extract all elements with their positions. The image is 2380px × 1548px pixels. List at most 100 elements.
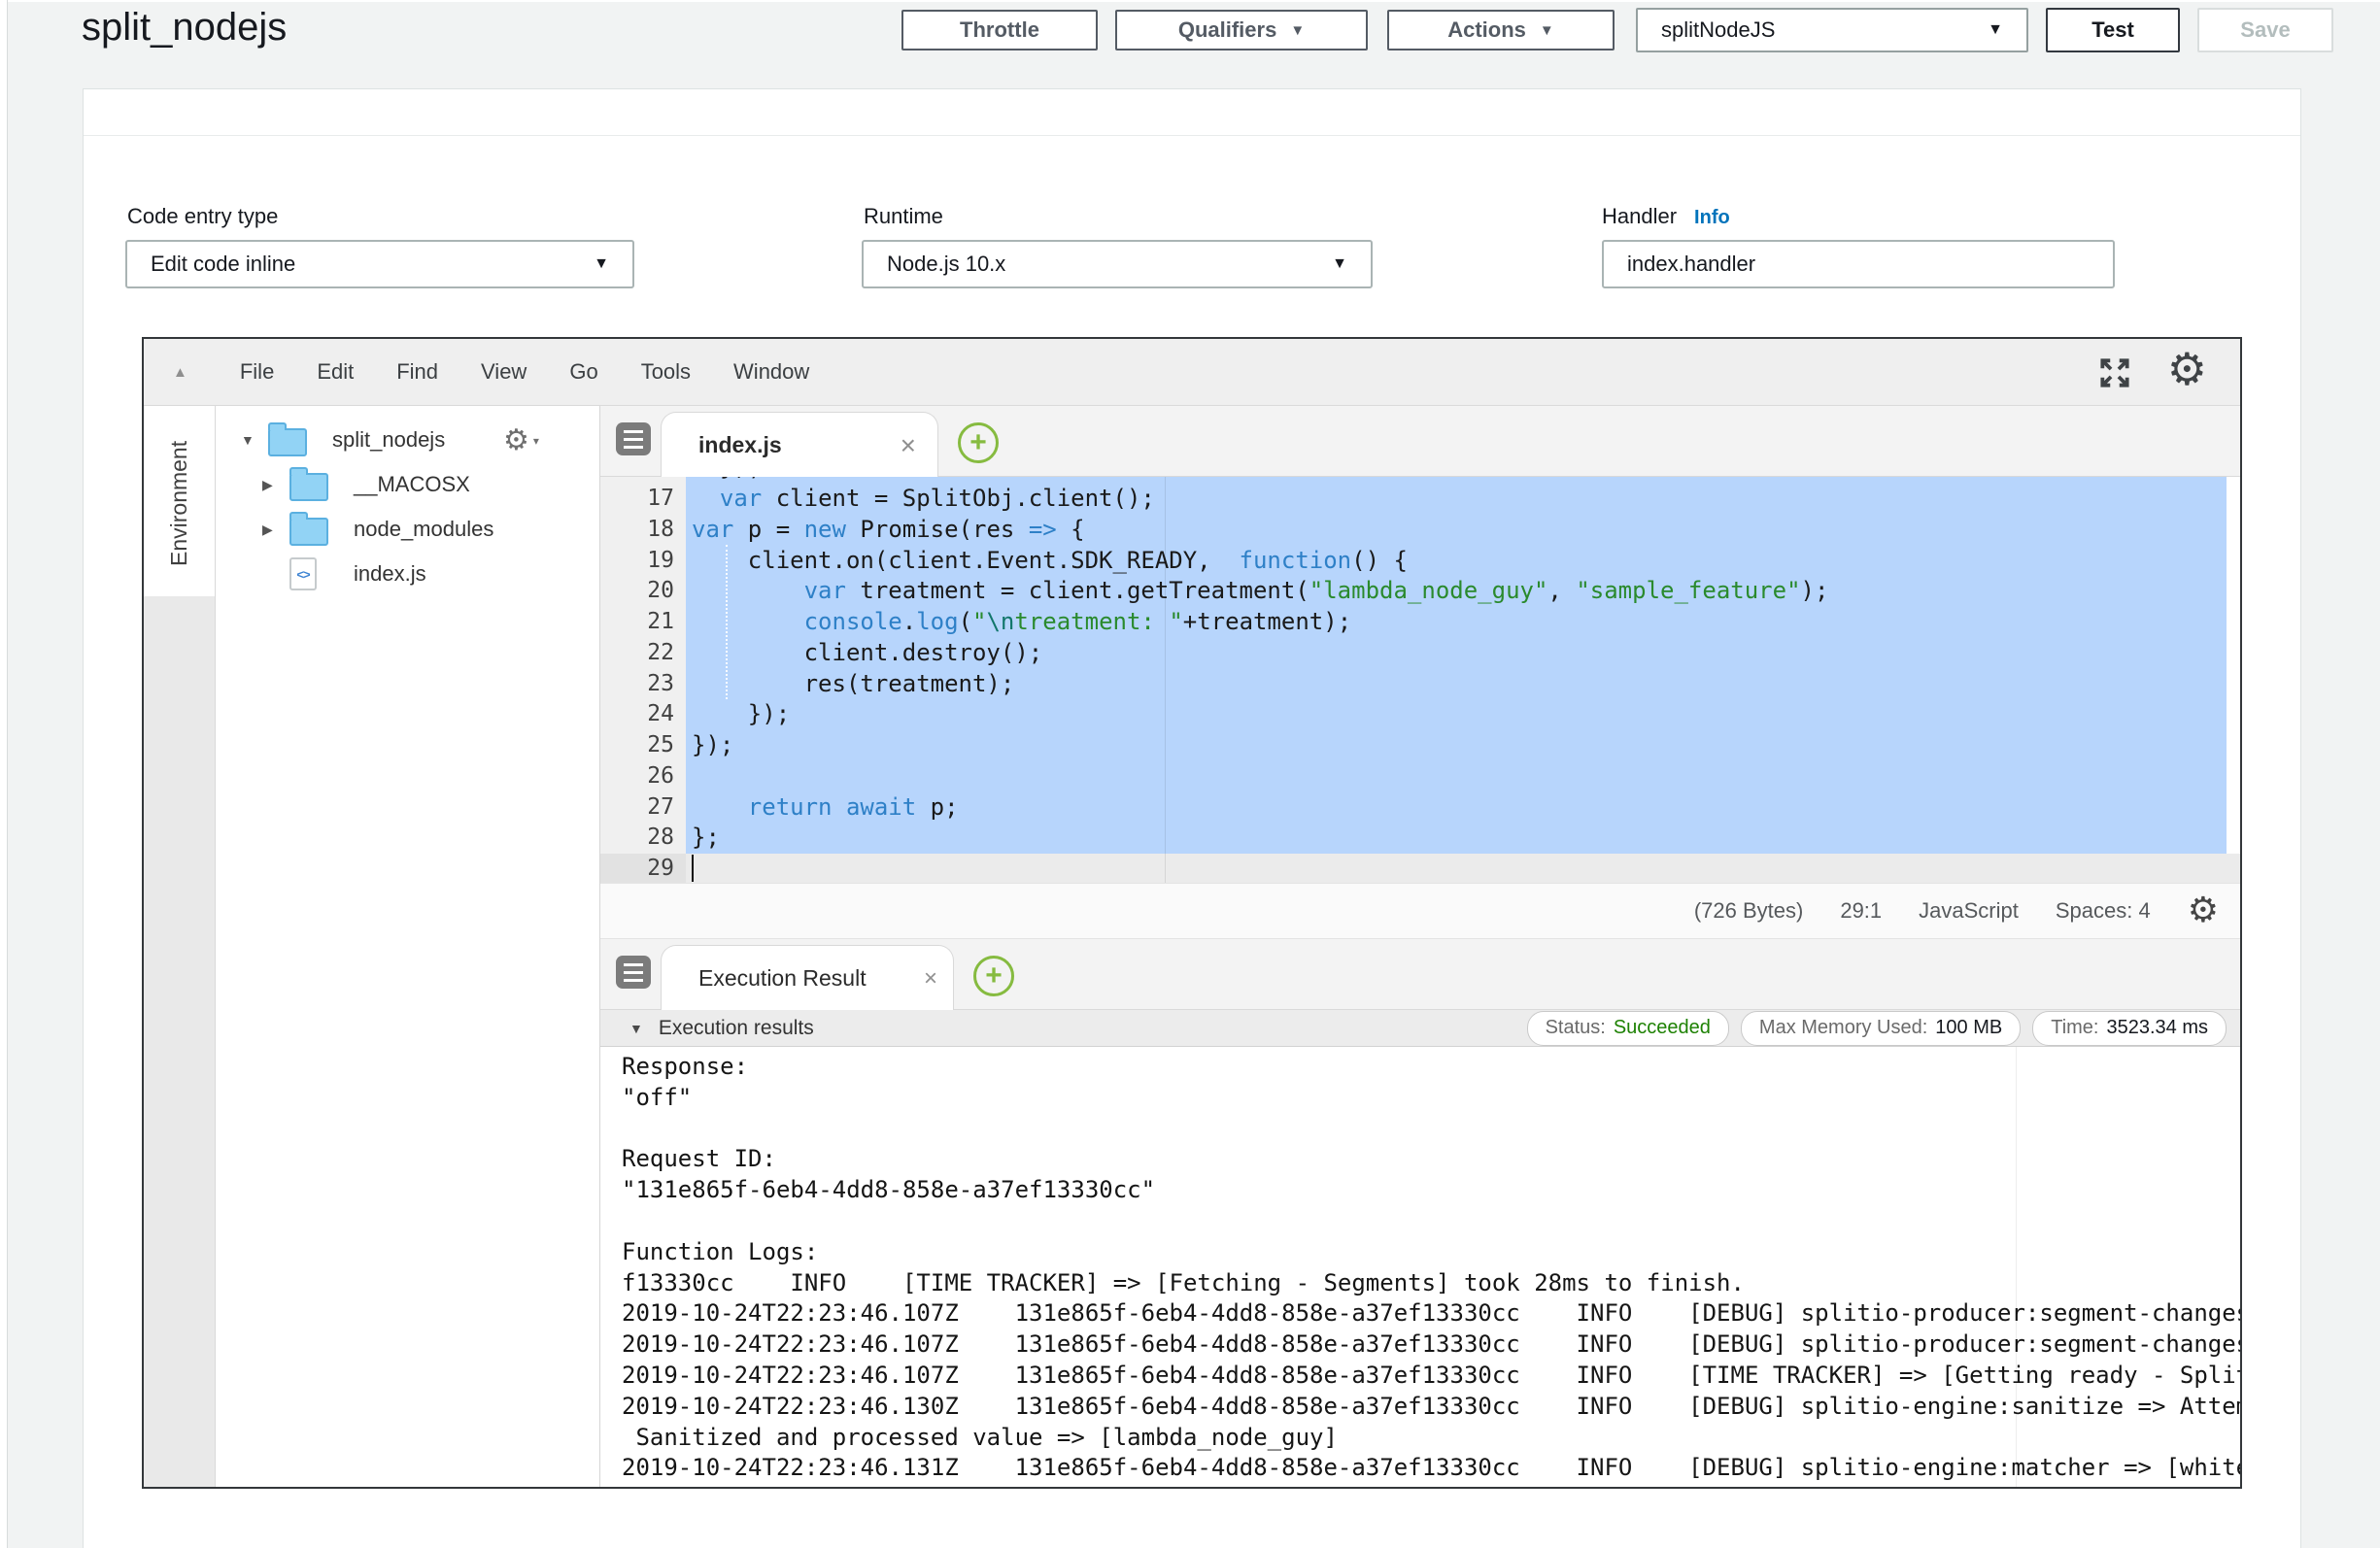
code-token: new xyxy=(804,516,846,543)
qualifiers-label: Qualifiers xyxy=(1178,17,1276,43)
card-divider xyxy=(84,135,2300,136)
log-line-11: 2019-10-24T22:23:46.107Z 131e865f-6eb4-4… xyxy=(622,1361,2240,1392)
collapse-editor-icon[interactable]: ▲ xyxy=(173,364,187,381)
menu-file[interactable]: File xyxy=(240,359,274,385)
caret-down-icon[interactable]: ▼ xyxy=(241,432,255,448)
tab-label: index.js xyxy=(698,432,782,458)
collapse-results-icon[interactable]: ▼ xyxy=(629,1021,643,1036)
new-tab-icon[interactable]: + xyxy=(973,956,1014,996)
tab-list-icon[interactable] xyxy=(616,422,651,455)
tree-item-__MACOSX[interactable]: ▶__MACOSX xyxy=(216,462,599,507)
tree-item-index.js[interactable]: <>index.js xyxy=(216,552,599,596)
menu-tools[interactable]: Tools xyxy=(641,359,691,385)
fullscreen-icon[interactable] xyxy=(2096,354,2133,391)
handler-field[interactable]: index.handler xyxy=(1602,240,2115,288)
tab-execution-result[interactable]: Execution Result × xyxy=(661,945,954,1011)
editor-settings-gear-icon[interactable]: ⚙ xyxy=(2167,347,2207,391)
code-token: p; xyxy=(916,793,958,821)
qualifiers-button[interactable]: Qualifiers ▼ xyxy=(1115,10,1368,50)
top-edge xyxy=(0,0,2380,2)
menu-edit[interactable]: Edit xyxy=(317,359,354,385)
log-line-14: 2019-10-24T22:23:46.131Z 131e865f-6eb4-4… xyxy=(622,1453,2240,1484)
handler-label: HandlerInfo xyxy=(1602,204,1730,229)
code-viewport[interactable]: 1617181920212223242526272829 }); var cli… xyxy=(600,477,2240,883)
code-token xyxy=(833,793,846,821)
code-line-18: var p = new Promise(res => { xyxy=(692,515,1085,546)
save-button[interactable]: Save xyxy=(2197,8,2333,52)
close-icon[interactable]: × xyxy=(924,965,937,993)
folder-icon xyxy=(268,428,307,456)
page-title: split_nodejs xyxy=(82,6,287,50)
environment-tab-label: Environment xyxy=(144,410,215,596)
code-line-22: client.destroy(); xyxy=(692,638,1042,669)
code-token: => xyxy=(1029,516,1057,543)
code-token: }; xyxy=(692,824,720,851)
code-token xyxy=(692,793,748,821)
log-line-9: 2019-10-24T22:23:46.107Z 131e865f-6eb4-4… xyxy=(622,1298,2240,1329)
code-token: await xyxy=(846,793,916,821)
line-number-18: 18 xyxy=(600,515,674,546)
log-line-12: 2019-10-24T22:23:46.130Z 131e865f-6eb4-4… xyxy=(622,1392,2240,1423)
log-line-13: Sanitized and processed value => [lambda… xyxy=(622,1423,2240,1454)
badge-value: Succeeded xyxy=(1614,1017,1711,1039)
log-line-1: Response: xyxy=(622,1052,2240,1083)
throttle-button[interactable]: Throttle xyxy=(901,10,1098,50)
badge-status-: Status:Succeeded xyxy=(1527,1011,1729,1046)
left-edge xyxy=(0,0,8,1548)
log-line-2: "off" xyxy=(622,1083,2240,1114)
actions-button[interactable]: Actions ▼ xyxy=(1387,10,1615,50)
code-token: p = xyxy=(733,516,803,543)
chevron-down-icon: ▼ xyxy=(1988,21,2003,39)
menu-view[interactable]: View xyxy=(481,359,527,385)
code-scrollbar[interactable] xyxy=(2227,477,2240,854)
environment-sidebar[interactable]: Environment xyxy=(144,406,216,1487)
new-tab-icon[interactable]: + xyxy=(958,422,999,463)
log-line-8: f13330cc INFO [TIME TRACKER] => [Fetchin… xyxy=(622,1268,2240,1299)
language-mode[interactable]: JavaScript xyxy=(1919,898,2019,924)
caret-right-icon[interactable]: ▶ xyxy=(262,477,273,493)
handler-info-link[interactable]: Info xyxy=(1694,207,1730,228)
runtime-select[interactable]: Node.js 10.x ▼ xyxy=(862,240,1373,288)
line-number-26: 26 xyxy=(600,761,674,792)
line-number-20: 20 xyxy=(600,576,674,607)
code-token xyxy=(692,577,804,604)
tab-index-js[interactable]: index.js × xyxy=(661,412,938,478)
test-button[interactable]: Test xyxy=(2046,8,2180,52)
code-line-16-clipped: }); xyxy=(692,477,762,484)
code-token: { xyxy=(1057,516,1085,543)
caret-right-icon[interactable]: ▶ xyxy=(262,522,273,538)
statusbar-gear-icon[interactable]: ⚙ xyxy=(2188,893,2219,928)
tab-list-icon[interactable] xyxy=(616,956,651,989)
code-line-28: }; xyxy=(692,823,720,854)
indent-setting[interactable]: Spaces: 4 xyxy=(2056,898,2151,924)
test-label: Test xyxy=(2091,17,2134,43)
chevron-down-icon: ▼ xyxy=(1540,22,1554,39)
code-entry-type-label: Code entry type xyxy=(127,204,278,229)
tree-settings-gear-icon[interactable]: ⚙▾ xyxy=(503,423,539,457)
line-number-19: 19 xyxy=(600,546,674,577)
tree-item-split_nodejs[interactable]: ▼split_nodejs⚙▾ xyxy=(216,418,599,462)
code-token: \n xyxy=(986,608,1014,635)
handler-value: index.handler xyxy=(1627,252,1755,277)
log-output: Response:"off" Request ID:"131e865f-6eb4… xyxy=(622,1052,2240,1484)
test-event-select[interactable]: splitNodeJS ▼ xyxy=(1636,8,2028,52)
menu-go[interactable]: Go xyxy=(569,359,597,385)
code-entry-type-select[interactable]: Edit code inline ▼ xyxy=(125,240,634,288)
tab-label: Execution Result xyxy=(698,965,867,992)
badge-value: 3523.34 ms xyxy=(2106,1017,2208,1039)
code-token: }); xyxy=(692,700,790,727)
code-token: "sample_feature" xyxy=(1576,577,1800,604)
close-icon[interactable]: × xyxy=(901,430,916,461)
code-token: treatment = client.getTreatment( xyxy=(846,577,1309,604)
code-token: treatment: " xyxy=(1014,608,1182,635)
active-line-highlight xyxy=(600,854,2240,883)
execution-results-header: ▼ Execution results Status:SucceededMax … xyxy=(600,1010,2240,1047)
menu-window[interactable]: Window xyxy=(733,359,809,385)
chevron-down-icon: ▼ xyxy=(594,255,609,273)
cursor-position[interactable]: 29:1 xyxy=(1840,898,1882,924)
tree-item-node_modules[interactable]: ▶node_modules xyxy=(216,507,599,552)
code-line-20: var treatment = client.getTreatment("lam… xyxy=(692,576,1828,607)
menu-find[interactable]: Find xyxy=(396,359,438,385)
info-link[interactable]: Info xyxy=(516,89,565,94)
code-line-25: }); xyxy=(692,730,733,761)
